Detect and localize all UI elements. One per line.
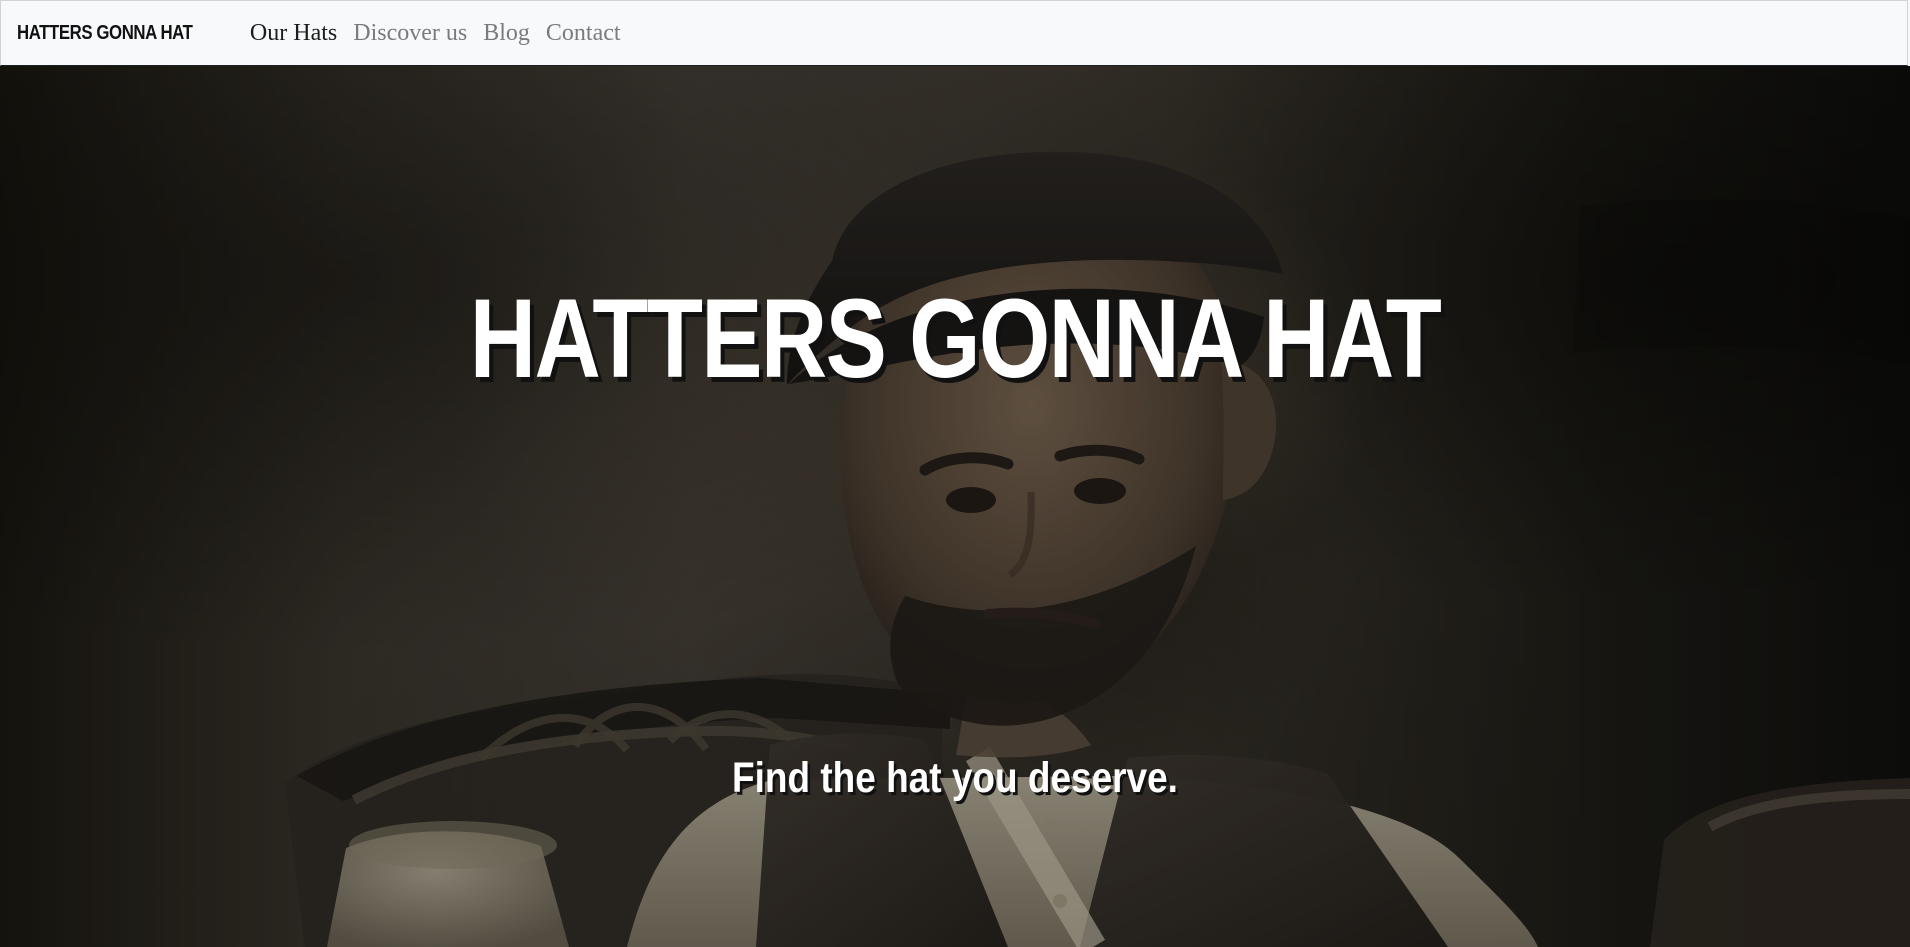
nav-link-discover-us[interactable]: Discover us: [353, 21, 467, 45]
nav-link-blog[interactable]: Blog: [483, 21, 530, 45]
hero-subtitle: Find the hat you deserve.: [732, 754, 1178, 802]
nav-link-contact[interactable]: Contact: [546, 21, 621, 45]
navigation-links: Our Hats Discover us Blog Contact: [250, 21, 621, 45]
nav-link-our-hats[interactable]: Our Hats: [250, 21, 337, 45]
hero-title: HATTERS GONNA HAT: [469, 276, 1442, 402]
hero-section: HATTERS GONNA HAT Find the hat you deser…: [0, 66, 1910, 947]
site-logo[interactable]: HATTERS GONNA HAT: [17, 22, 193, 45]
hero-dark-overlay: [0, 66, 1910, 947]
top-navigation: HATTERS GONNA HAT Our Hats Discover us B…: [0, 0, 1908, 66]
